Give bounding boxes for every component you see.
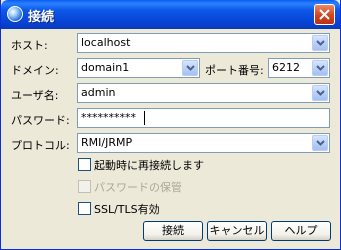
domain-label: ドメイン: (11, 64, 59, 77)
password-field[interactable]: ********** (77, 108, 330, 128)
chevron-down-icon (316, 90, 325, 96)
cancel-button[interactable]: キャンセル (207, 221, 267, 241)
user-combo[interactable]: admin (77, 83, 330, 103)
user-label: ユーザ名: (11, 89, 59, 102)
port-label: ポート番号: (205, 64, 264, 77)
close-icon (319, 9, 330, 20)
host-label: ホスト: (11, 39, 48, 52)
protocol-value: RMI/JRMP (81, 136, 133, 149)
protocol-label: プロトコル: (11, 139, 70, 152)
host-combo[interactable]: localhost (77, 33, 330, 53)
help-button[interactable]: ヘルプ (271, 221, 331, 241)
chevron-down-icon (316, 65, 325, 71)
host-dropdown-button[interactable] (312, 35, 328, 51)
save-password-label: パスワードの保管 (94, 181, 182, 194)
close-button[interactable] (314, 4, 335, 25)
password-value: ********** (81, 111, 136, 124)
ssl-checkbox[interactable] (78, 202, 91, 215)
chevron-down-icon (316, 140, 325, 146)
user-dropdown-button[interactable] (312, 85, 328, 101)
host-value: localhost (81, 36, 131, 49)
window-title: 接続 (28, 10, 55, 25)
reconnect-label[interactable]: 起動時に再接続します (94, 157, 204, 173)
text-cursor (144, 111, 145, 125)
domain-dropdown-button[interactable] (182, 60, 198, 76)
port-dropdown-button[interactable] (312, 60, 328, 76)
reconnect-checkbox[interactable] (78, 158, 91, 171)
connection-globe-icon (7, 6, 23, 22)
title-bar[interactable]: 接続 (1, 0, 340, 29)
user-value: admin (81, 86, 116, 99)
chevron-down-icon (316, 40, 325, 46)
port-value: 6212 (272, 61, 300, 74)
save-password-checkbox (78, 180, 91, 193)
ssl-label[interactable]: SSL/TLS有効 (94, 201, 160, 217)
domain-value: domain1 (81, 61, 130, 74)
protocol-dropdown-button[interactable] (312, 135, 328, 151)
password-label: パスワード: (11, 114, 70, 127)
protocol-combo[interactable]: RMI/JRMP (77, 133, 330, 153)
port-combo[interactable]: 6212 (268, 58, 330, 78)
domain-combo[interactable]: domain1 (77, 58, 200, 78)
connect-dialog: 接続 ホスト: localhost ドメイン: domain1 ポート番号: 6… (0, 0, 341, 250)
chevron-down-icon (186, 65, 195, 71)
connect-button[interactable]: 接続 (143, 221, 203, 241)
